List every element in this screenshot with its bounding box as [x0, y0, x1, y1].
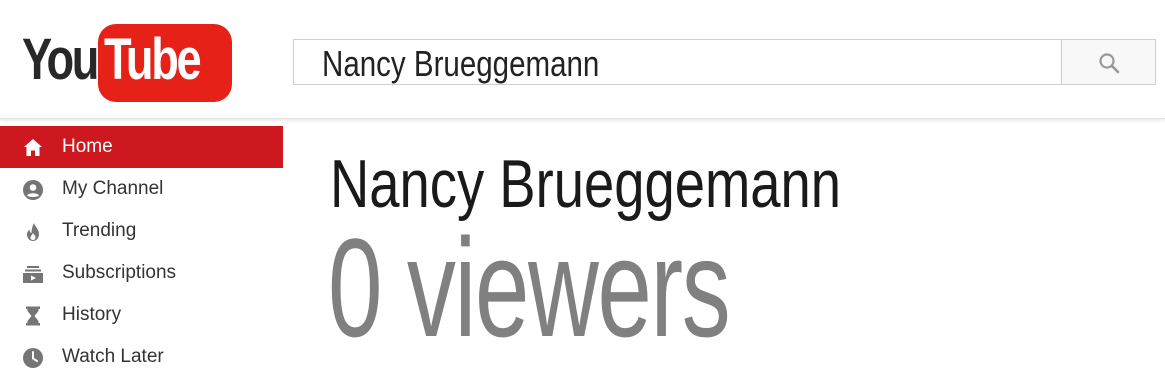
sidebar-item-label: History: [62, 304, 122, 325]
sidebar-item-trending[interactable]: Trending: [0, 210, 283, 252]
sidebar-item-label: Trending: [62, 220, 137, 241]
logo-tube-text: Tube: [104, 27, 202, 92]
sidebar-item-label: Home: [62, 136, 113, 157]
clock-icon: [23, 348, 43, 368]
viewer-count: 0 viewers: [328, 209, 731, 366]
youtube-logo[interactable]: You Tube: [22, 22, 232, 102]
sidebar-item-label: Watch Later: [62, 346, 164, 367]
sidebar-item-history[interactable]: History: [0, 294, 283, 336]
sidebar-item-watch-later[interactable]: Watch Later: [0, 336, 283, 378]
sidebar-item-label: My Channel: [62, 178, 164, 199]
subscriptions-icon: [23, 266, 43, 283]
sidebar-item-home[interactable]: Home: [0, 126, 283, 168]
home-icon: [24, 139, 42, 156]
search-icon: [1099, 53, 1120, 74]
sidebar: Home My Channel Trending Subscriptions H…: [0, 126, 283, 378]
account-icon: [23, 180, 43, 200]
search-input[interactable]: Nancy Brueggemann: [293, 39, 1061, 85]
logo-you-text: You: [22, 27, 99, 92]
top-header: You Tube Nancy Brueggemann: [0, 0, 1165, 119]
sidebar-item-label: Subscriptions: [62, 262, 177, 283]
search-input-value: Nancy Brueggemann: [322, 43, 600, 84]
sidebar-item-my-channel[interactable]: My Channel: [0, 168, 283, 210]
hourglass-icon: [26, 306, 40, 326]
search-button[interactable]: [1061, 39, 1156, 85]
flame-icon: [27, 223, 39, 241]
sidebar-item-subscriptions[interactable]: Subscriptions: [0, 252, 283, 294]
